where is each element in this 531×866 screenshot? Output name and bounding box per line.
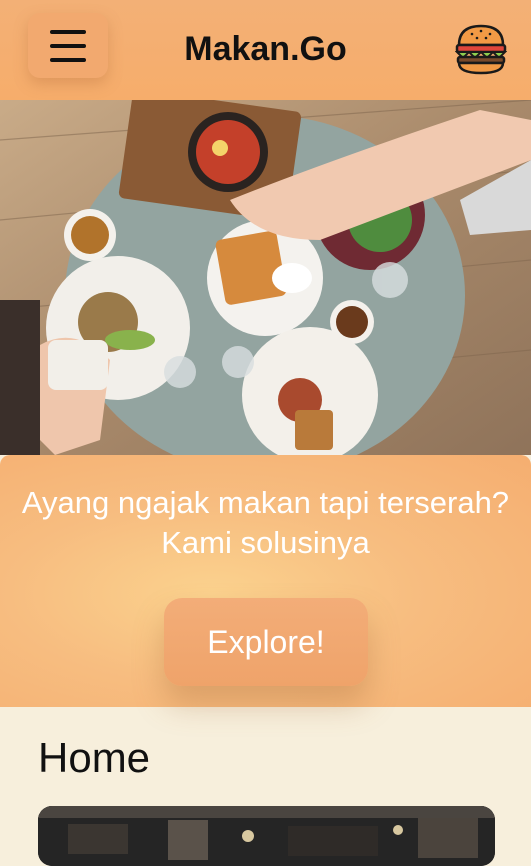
tagline: Ayang ngajak makan tapi terserah? Kami s… — [21, 485, 510, 560]
brand-title[interactable]: Makan.Go — [0, 30, 531, 69]
burger-icon[interactable] — [455, 23, 507, 75]
section-title: Home — [38, 734, 151, 781]
restaurant-card[interactable] — [38, 806, 495, 866]
cta-banner: Ayang ngajak makan tapi terserah? Kami s… — [0, 455, 531, 707]
restaurant-photo — [38, 806, 495, 866]
hero-image — [0, 100, 531, 455]
app-header: Makan.Go — [0, 0, 531, 100]
food-table-photo — [0, 100, 531, 455]
explore-button[interactable]: Explore! — [164, 598, 368, 686]
